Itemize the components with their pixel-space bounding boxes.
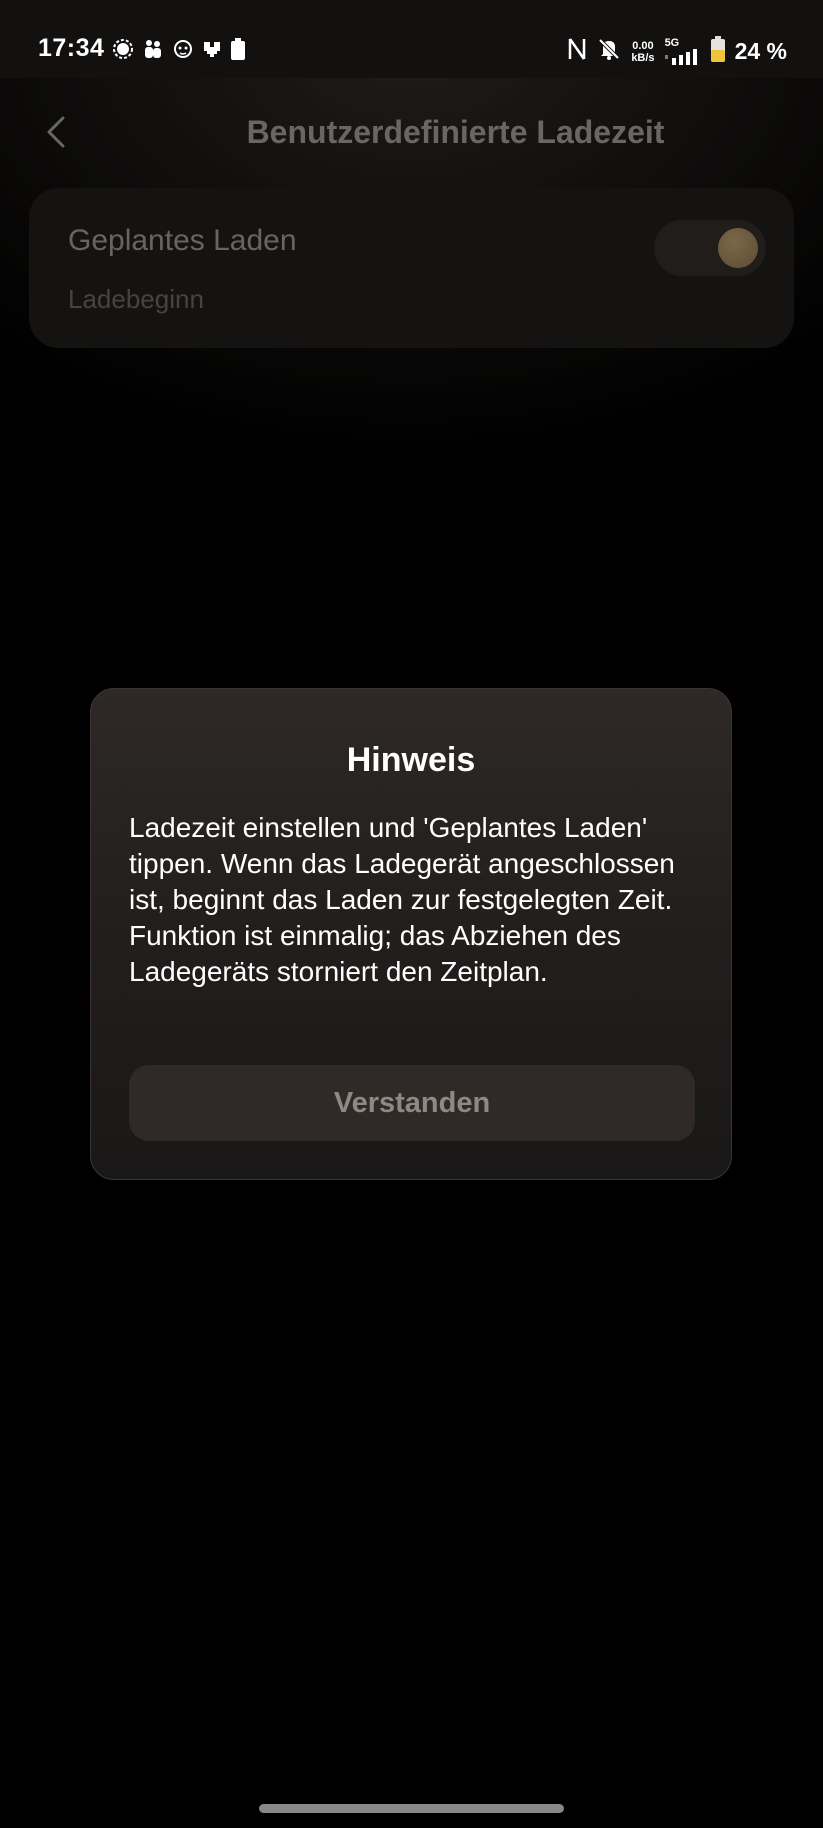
header: Benutzerdefinierte Ladezeit (0, 92, 823, 172)
dialog-title: Hinweis (346, 741, 476, 779)
lion-app-icon (172, 38, 194, 65)
network-type: 5G (664, 37, 680, 49)
card-title: Geplantes Laden (68, 224, 297, 257)
screen: 17:34 0.00 kB/s 5G 24 % Benutzerdefinier… (0, 0, 823, 1828)
home-indicator[interactable] (259, 1804, 564, 1813)
net-speed-value: 0.00 (632, 39, 654, 52)
signal-bars-icon (664, 49, 697, 65)
hint-dialog: Hinweis Ladezeit einstellen und 'Geplant… (90, 688, 732, 1180)
nfc-icon (567, 37, 587, 66)
toggle-knob (718, 228, 758, 268)
dialog-message: Ladezeit einstellen und 'Geplantes Laden… (129, 812, 675, 987)
battery-icon (710, 36, 725, 67)
scheduled-charging-card[interactable]: Geplantes Laden Ladebeginn (29, 188, 794, 348)
battery-small-icon (230, 38, 246, 65)
battery-percent: 24 % (734, 38, 787, 64)
pixel-heart-icon (202, 40, 222, 63)
scheduled-charging-toggle[interactable] (654, 220, 766, 276)
bell-off-icon (597, 37, 621, 66)
card-subtitle[interactable]: Ladebeginn (68, 284, 204, 315)
page-title: Benutzerdefinierte Ladezeit (246, 114, 665, 150)
status-time: 17:34 (38, 34, 105, 62)
status-right: 0.00 kB/s 5G 24 % (567, 36, 787, 67)
net-speed: 0.00 kB/s (631, 40, 654, 64)
people-icon (142, 38, 164, 65)
status-left-icons (112, 38, 246, 65)
cell-signal: 5G (664, 37, 701, 65)
status-bar: 17:34 0.00 kB/s 5G 24 % (0, 0, 823, 78)
signal-messenger-icon (112, 38, 134, 65)
net-speed-unit: kB/s (631, 51, 655, 64)
understood-button[interactable]: Verstanden (129, 1065, 695, 1141)
